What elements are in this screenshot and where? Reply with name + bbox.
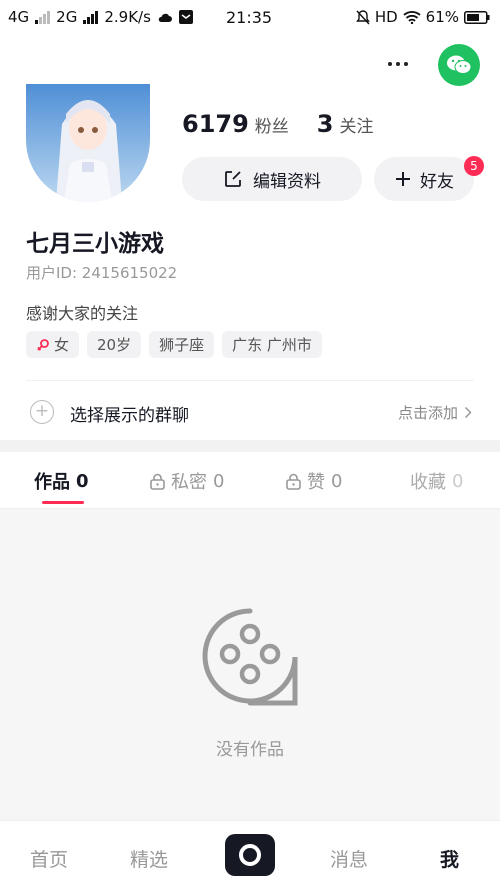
wechat-share-button[interactable] [438, 44, 480, 86]
film-reel-icon [202, 608, 298, 706]
zodiac-tag: 狮子座 [149, 331, 215, 358]
tab-works-count: 0 [76, 470, 89, 492]
lock-icon [150, 473, 165, 490]
tab-private[interactable]: 私密 0 [150, 468, 224, 494]
nav-home[interactable]: 首页 [30, 845, 68, 872]
tab-likes[interactable]: 赞 0 [286, 468, 342, 494]
tab-favorites[interactable]: 收藏 0 [410, 468, 463, 494]
signal-icon [35, 10, 51, 24]
nav-featured[interactable]: 精选 [130, 845, 168, 872]
signal-icon-2 [83, 10, 99, 24]
more-options-button[interactable] [382, 48, 414, 80]
user-name: 七月三小游戏 [26, 231, 164, 257]
edit-profile-button[interactable]: 编辑资料 [182, 157, 362, 201]
nav-messages[interactable]: 消息 [330, 845, 368, 872]
tab-private-count: 0 [213, 470, 225, 492]
content-tabs: 作品 0 私密 0 赞 0 收藏 0 [0, 452, 500, 509]
section-separator [0, 440, 500, 452]
mute-bell-icon [355, 9, 370, 24]
status-bar: 4G 2G 2.9K/s 21:35 HD 61% [0, 0, 500, 34]
avatar[interactable] [26, 84, 150, 202]
wechat-icon [447, 55, 472, 74]
add-friend-button[interactable]: 好友 [374, 157, 474, 201]
plus-icon [396, 172, 410, 186]
tab-favorites-label: 收藏 [410, 472, 446, 493]
add-friend-label: 好友 [420, 171, 454, 192]
user-bio: 感谢大家的关注 [26, 304, 139, 323]
location-label: 广东 广州市 [232, 336, 312, 354]
profile-tags: 女 20岁 狮子座 广东 广州市 [26, 331, 322, 358]
age-tag: 20岁 [87, 331, 142, 358]
active-tab-indicator [42, 501, 84, 504]
lock-icon [286, 473, 301, 490]
female-icon [37, 338, 49, 351]
edit-profile-label: 编辑资料 [253, 171, 321, 192]
battery-percent: 61% [425, 8, 459, 26]
gender-tag: 女 [26, 331, 80, 358]
divider [26, 380, 474, 381]
gender-label: 女 [54, 336, 70, 354]
group-chat-row[interactable]: + 选择展示的群聊 点击添加 [0, 384, 500, 440]
group-chat-add-label: 点击添加 [397, 404, 458, 422]
tab-favorites-count: 0 [452, 470, 464, 492]
group-chat-add-action[interactable]: 点击添加 [398, 402, 472, 423]
network-speed: 2.9K/s [104, 8, 151, 26]
group-chat-label: 选择展示的群聊 [70, 406, 189, 426]
age-label: 20岁 [97, 336, 132, 354]
wifi-icon [403, 11, 421, 24]
location-tag: 广东 广州市 [222, 331, 322, 358]
network-2g-label: 2G [56, 8, 78, 26]
zodiac-label: 狮子座 [159, 336, 205, 354]
hd-label: HD [374, 8, 398, 26]
clock: 21:35 [226, 8, 273, 27]
followers-count[interactable]: 6179 [182, 110, 249, 138]
bottom-navigation: 首页 精选 消息 我 [0, 820, 500, 890]
add-circle-icon: + [30, 400, 54, 424]
empty-state-text: 没有作品 [216, 740, 284, 760]
battery-icon [464, 10, 490, 24]
edit-icon [225, 171, 241, 187]
tab-private-label: 私密 [171, 472, 207, 493]
following-count[interactable]: 3 [317, 110, 334, 138]
tab-likes-count: 0 [331, 470, 343, 492]
nav-me[interactable]: 我 [440, 845, 459, 872]
tab-works[interactable]: 作品 0 [34, 468, 89, 494]
record-circle-icon [239, 844, 261, 866]
network-4g-label: 4G [8, 8, 30, 26]
profile-stats: 6179 粉丝 3 关注 [182, 110, 396, 138]
tab-works-label: 作品 [34, 472, 70, 493]
following-label[interactable]: 关注 [340, 112, 374, 137]
mail-icon [178, 10, 193, 24]
chevron-right-icon [464, 406, 472, 419]
cloud-icon [158, 13, 172, 22]
empty-state: 没有作品 [0, 509, 500, 820]
record-button[interactable] [225, 834, 275, 876]
user-id[interactable]: 用户ID: 2415615022 [26, 262, 177, 283]
tab-likes-label: 赞 [307, 472, 325, 493]
followers-label[interactable]: 粉丝 [255, 112, 289, 137]
friend-badge: 5 [464, 156, 484, 176]
